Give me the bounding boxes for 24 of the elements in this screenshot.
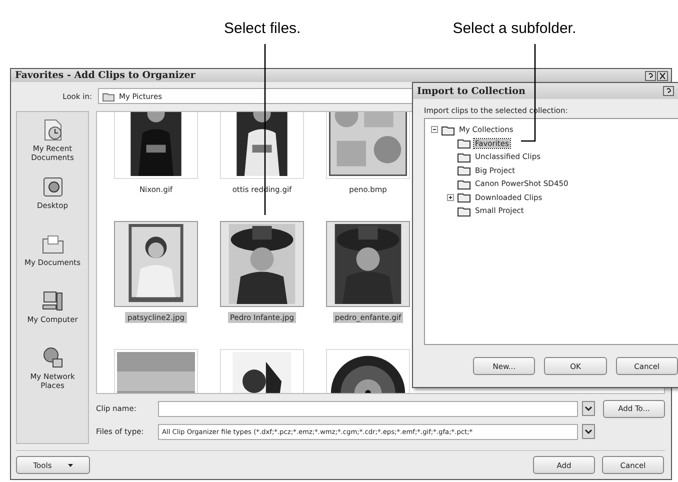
expand-icon[interactable]: [447, 194, 454, 201]
help-icon[interactable]: [663, 86, 674, 96]
dialog-title: Import to Collection: [417, 86, 526, 96]
dropdown-icon[interactable]: [582, 401, 595, 416]
close-icon[interactable]: [657, 70, 668, 80]
folder-icon: [457, 164, 471, 176]
collapse-icon[interactable]: [431, 126, 438, 134]
desktop-icon: [40, 175, 64, 199]
callout-label: Select a subfolder.: [452, 20, 576, 37]
folder-icon: [457, 137, 471, 150]
help-icon[interactable]: [645, 70, 656, 80]
folder-icon: [457, 150, 471, 163]
folder-icon: [102, 90, 115, 102]
folder-icon: [457, 204, 471, 217]
folder-icon: [457, 178, 471, 190]
folder-icon: [441, 124, 455, 136]
window-title: Favorites - Add Clips to Organizer: [15, 70, 196, 81]
folder-icon: [457, 191, 471, 204]
caret-icon: [68, 462, 73, 468]
clip-name-field[interactable]: [158, 400, 578, 416]
callout-label: Select files.: [224, 20, 301, 37]
computer-icon: [40, 289, 64, 313]
globe-computer-icon: [40, 346, 64, 370]
dropdown-icon[interactable]: [582, 424, 595, 439]
